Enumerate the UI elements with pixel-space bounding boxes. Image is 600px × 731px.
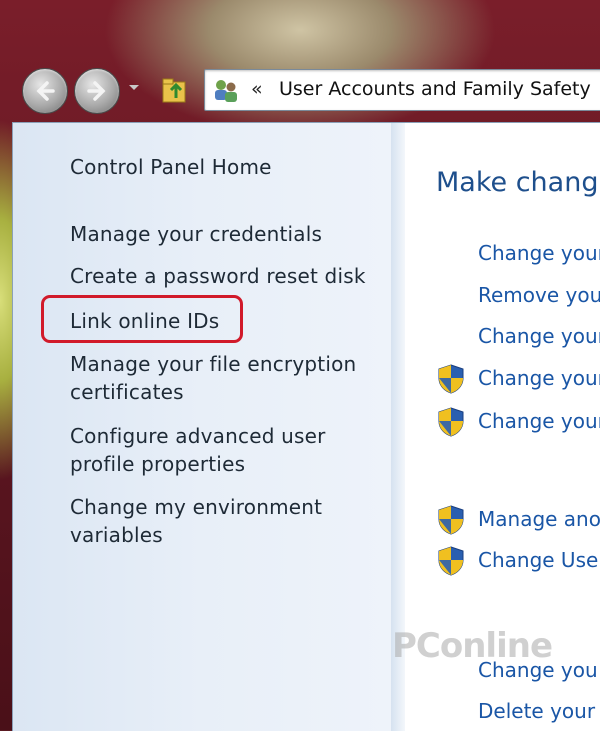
file-encryption-link[interactable]: Manage your file encryption (70, 350, 356, 378)
task-link[interactable]: Change User (478, 548, 600, 572)
uac-shield-icon (438, 364, 464, 394)
breadcrumb-overflow-icon[interactable]: « (251, 78, 263, 100)
environment-variables-link[interactable]: Change my environment (70, 493, 322, 521)
user-accounts-icon (215, 80, 237, 102)
highlight-annotation (41, 295, 243, 343)
task-link[interactable]: Change your (478, 241, 600, 265)
task-link[interactable]: Change your (478, 324, 600, 348)
task-link[interactable]: Delete your (478, 699, 595, 723)
page-title: Make change (436, 167, 600, 198)
advanced-profile-link[interactable]: Configure advanced user (70, 422, 326, 450)
task-link[interactable]: Change your (478, 366, 600, 390)
control-panel-home-link[interactable]: Control Panel Home (70, 153, 272, 181)
file-encryption-link-line2[interactable]: certificates (70, 378, 184, 406)
breadcrumb-user-accounts[interactable]: User Accounts and Family Safety (279, 78, 591, 100)
password-reset-disk-link[interactable]: Create a password reset disk (70, 262, 366, 290)
address-bar[interactable]: « User Accounts and Family Safety (204, 69, 600, 111)
forward-button[interactable] (74, 68, 120, 114)
uac-shield-icon (438, 546, 464, 576)
uac-shield-icon (438, 407, 464, 437)
up-folder-icon[interactable] (160, 74, 190, 106)
uac-shield-icon (438, 505, 464, 535)
task-link[interactable]: Manage ano (478, 507, 600, 531)
task-link[interactable]: Remove you (478, 283, 600, 307)
back-button[interactable] (22, 68, 68, 114)
forward-arrow-icon (87, 81, 106, 101)
advanced-profile-link-line2[interactable]: profile properties (70, 450, 245, 478)
manage-credentials-link[interactable]: Manage your credentials (70, 220, 322, 248)
back-arrow-icon (36, 81, 55, 101)
explorer-toolbar: « User Accounts and Family Safety (14, 60, 600, 118)
watermark-logo: PConline (392, 626, 553, 666)
environment-variables-link-line2[interactable]: variables (70, 521, 163, 549)
recent-pages-dropdown-icon[interactable] (128, 84, 140, 92)
task-link[interactable]: Change your (478, 409, 600, 433)
task-sidebar: Control Panel Home Manage your credentia… (13, 123, 391, 731)
